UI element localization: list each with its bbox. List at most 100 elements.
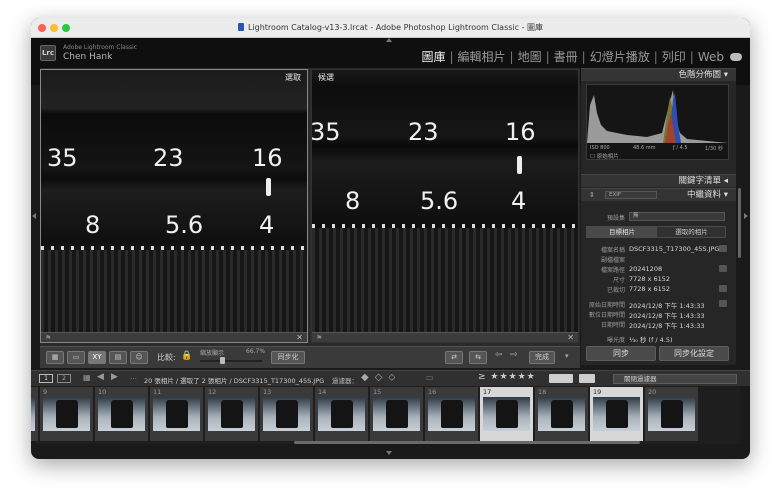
cloud-sync-icon[interactable]	[730, 52, 742, 61]
metadata-expand-icon[interactable]: ⇕	[589, 191, 595, 199]
survey-view-button[interactable]: ▤	[109, 351, 127, 364]
compare-view-button[interactable]: XY	[88, 351, 106, 364]
filmstrip-cell[interactable]: 14	[315, 387, 368, 441]
left-panel-toggle-icon[interactable]	[32, 213, 36, 219]
people-view-button[interactable]: ☺	[130, 351, 148, 364]
filmstrip-cell[interactable]: 10	[95, 387, 148, 441]
zoom-label: 縮放顯示	[200, 350, 225, 357]
filmstrip-cell-selected[interactable]: 19	[590, 387, 643, 441]
crop-jump-button[interactable]	[719, 285, 727, 292]
module-print[interactable]: 列印	[662, 48, 686, 65]
filmstrip-cell[interactable]: 12	[205, 387, 258, 441]
meta-label-filename: 檔案名稱	[600, 247, 625, 254]
select-num-23: 23	[153, 144, 184, 172]
right-panel: 色階分佈圖 ▾ ISO 800 48.6 mm ƒ / 4.5 1/30 秒 ☐…	[581, 68, 736, 365]
select-num-5-6: 5.6	[165, 211, 204, 239]
thumbnail	[483, 397, 530, 431]
tab-target-photo[interactable]: 目標相片	[587, 227, 657, 237]
flag-icon[interactable]: ⚑	[45, 334, 51, 342]
select-pane[interactable]: 選取 35 23 16 8 5.6 4 ⚑ ✕	[40, 69, 308, 343]
filmstrip-info[interactable]: 20 張相片 / 選取了 2 張相片 / DSCF3315_T17300_45S…	[144, 375, 324, 385]
secondary-window-button[interactable]: 2	[57, 374, 71, 383]
meta-label-sidecar: 副檔檔案	[600, 257, 625, 264]
filmstrip-cell[interactable]: 13	[260, 387, 313, 441]
module-web[interactable]: Web	[698, 50, 724, 64]
compare-label: 比較:	[157, 353, 176, 362]
sync-metadata-button[interactable]: 同步	[586, 346, 656, 361]
candidate-flag-icon[interactable]: ⚑	[316, 334, 322, 342]
candidate-pane[interactable]: 候選 35 23 16 8 5.6 4 ⚑ ✕	[311, 69, 579, 343]
preset-select[interactable]: 無	[629, 212, 725, 221]
sync-settings-button[interactable]: 同步化設定	[659, 346, 729, 361]
metadata-preset-select[interactable]: EXIF	[605, 191, 657, 199]
meta-label-exposure: 曝光度	[606, 337, 625, 344]
meta-value-exposure: ¹⁄₃₀ 秒 (f / 4.5)	[629, 336, 673, 344]
toolbar-menu-icon[interactable]: ▾	[565, 352, 569, 360]
primary-window-button[interactable]: 1	[39, 374, 53, 383]
done-button[interactable]: 完成	[529, 351, 555, 364]
right-panel-scrollbar[interactable]	[738, 188, 741, 258]
collapse-icon[interactable]: ▭	[426, 373, 434, 382]
filmstrip-cell[interactable]: 11	[150, 387, 203, 441]
zoom-slider-thumb[interactable]	[220, 357, 225, 364]
top-panel-toggle-icon[interactable]	[386, 38, 392, 42]
filmstrip-cell[interactable]: 20	[645, 387, 698, 441]
module-slideshow[interactable]: 幻燈片播放	[590, 48, 650, 65]
filmstrip-cell[interactable]: 16	[425, 387, 478, 441]
meta-value-folder: 20241208	[629, 265, 663, 273]
window-title-text: Lightroom Catalog-v13-3.lrcat - Adobe Ph…	[247, 23, 544, 32]
cell-number: 11	[153, 388, 162, 396]
rating-filter-stars[interactable]: ≥ ★★★★★	[478, 372, 536, 382]
flag-filter-icons[interactable]: ◆◇⬦	[361, 372, 401, 383]
histogram-header[interactable]: 色階分佈圖 ▾	[581, 68, 736, 81]
original-photo-text: 原始相片	[596, 154, 619, 160]
filmstrip-cell[interactable]: 15	[370, 387, 423, 441]
kind-filter[interactable]	[579, 374, 595, 383]
candidate-num-4: 4	[511, 187, 527, 215]
swap-button[interactable]: ⇄	[445, 351, 463, 364]
module-library[interactable]: 圖庫	[421, 48, 445, 65]
select-num-8: 8	[85, 211, 101, 239]
filmstrip-cell-selected[interactable]: 17	[480, 387, 533, 441]
tab-selected-photos[interactable]: 選取的相片	[657, 227, 726, 237]
datetime-jump-button[interactable]	[719, 300, 727, 307]
close-candidate-icon[interactable]: ✕	[567, 333, 574, 342]
forward-arrow-icon[interactable]: ▶	[111, 372, 118, 382]
zoom-slider[interactable]	[200, 357, 262, 364]
meta-value-filename[interactable]: DSCF3315_T17300_45S.JPG	[629, 245, 719, 253]
candidate-num-5-6: 5.6	[420, 187, 459, 215]
module-picker: 圖庫 | 編輯相片 | 地圖 | 書冊 | 幻燈片播放 | 列印 | Web	[421, 48, 742, 65]
compare-view: 選取 35 23 16 8 5.6 4 ⚑ ✕ 候選 35 23 16 8 5.…	[40, 68, 580, 351]
lock-icon[interactable]: 🔒	[181, 351, 192, 361]
filter-preset-select[interactable]: 關閉過濾器	[613, 374, 737, 384]
previous-arrow-icon[interactable]: ⇦	[495, 350, 503, 360]
make-select-button[interactable]: ⇆	[469, 351, 487, 364]
grid-icon[interactable]: ▦	[83, 373, 91, 382]
module-develop[interactable]: 編輯相片	[458, 48, 506, 65]
preset-value: 無	[633, 213, 639, 219]
thumbnail	[263, 397, 310, 431]
folder-jump-button[interactable]	[719, 265, 727, 272]
module-book[interactable]: 書冊	[554, 48, 578, 65]
filmstrip-cell[interactable]: 8	[31, 387, 38, 441]
loupe-view-button[interactable]: ▭	[67, 351, 85, 364]
meta-value-digitized-datetime: 2024/12/8 下午 1:43:33	[629, 312, 705, 320]
color-label-filter[interactable]	[549, 374, 573, 383]
grid-view-button[interactable]: ▦	[46, 351, 64, 364]
next-arrow-icon[interactable]: ⇨	[510, 350, 518, 360]
keyword-list-header[interactable]: 關鍵字清單 ◂	[581, 174, 736, 187]
filename-edit-button[interactable]	[719, 245, 727, 252]
right-panel-toggle-icon[interactable]	[744, 213, 748, 219]
back-arrow-icon[interactable]: ◀	[97, 372, 104, 382]
sync-button[interactable]: 同步化	[271, 351, 305, 364]
bottom-panel-toggle-icon[interactable]	[386, 451, 392, 455]
cell-number: 13	[263, 388, 272, 396]
close-select-icon[interactable]: ✕	[296, 333, 303, 342]
candidate-num-35: 35	[311, 118, 341, 146]
histogram[interactable]: ISO 800 48.6 mm ƒ / 4.5 1/30 秒 ☐ 原始相片	[586, 84, 729, 160]
filmstrip-cell[interactable]: 18	[535, 387, 588, 441]
meta-value-original-datetime: 2024/12/8 下午 1:43:33	[629, 302, 705, 310]
module-map[interactable]: 地圖	[518, 48, 542, 65]
filmstrip-scrollbar[interactable]	[294, 441, 640, 444]
filmstrip-cell[interactable]: 9	[40, 387, 93, 441]
